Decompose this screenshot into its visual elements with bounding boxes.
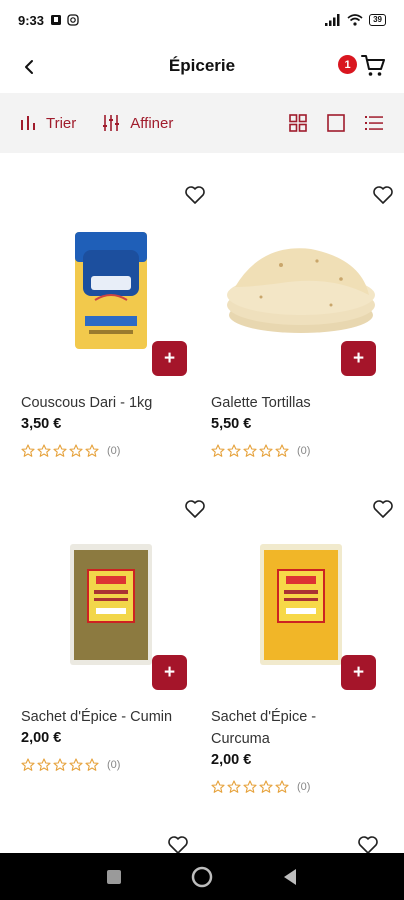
star-icon bbox=[37, 758, 51, 771]
refine-label: Affiner bbox=[130, 114, 174, 132]
battery-icon: 39 bbox=[369, 14, 386, 26]
product-name: Sachet d'Épice - Curcuma bbox=[211, 709, 317, 747]
battery-level: 39 bbox=[373, 15, 382, 24]
rating-stars: (0) bbox=[21, 444, 120, 458]
view-toggles bbox=[288, 113, 384, 133]
tortillas-image bbox=[227, 248, 375, 333]
couscous-package-image bbox=[75, 231, 147, 349]
star-icon bbox=[227, 780, 241, 793]
triangle-back-icon bbox=[284, 868, 296, 885]
square-recents-icon bbox=[107, 869, 121, 884]
list-icon bbox=[365, 116, 383, 130]
star-icon bbox=[21, 758, 35, 771]
star-icon bbox=[227, 444, 241, 457]
product-price: 2,00 € bbox=[21, 730, 62, 746]
curcuma-sachet-image bbox=[260, 543, 342, 665]
star-icon bbox=[85, 758, 99, 771]
product-price: 3,50 € bbox=[21, 416, 62, 432]
rating-stars: (0) bbox=[211, 444, 310, 458]
wifi-icon bbox=[347, 14, 363, 26]
star-icon bbox=[275, 444, 289, 457]
product-price: 2,00 € bbox=[211, 752, 252, 768]
rating-count: (0) bbox=[297, 781, 311, 793]
rating-count: (0) bbox=[107, 445, 121, 457]
grid-view-button[interactable] bbox=[288, 113, 308, 133]
app-bar: Épicerie 1 bbox=[0, 40, 404, 92]
cart-icon bbox=[361, 55, 385, 76]
status-time: 9:33 bbox=[18, 12, 45, 28]
star-icon bbox=[275, 780, 289, 793]
chevron-left-icon bbox=[25, 60, 33, 74]
product-price: 5,50 € bbox=[211, 416, 252, 432]
star-icon bbox=[211, 780, 225, 793]
square-icon bbox=[327, 114, 345, 132]
star-icon bbox=[69, 758, 83, 771]
star-icon bbox=[243, 444, 257, 457]
refine-button[interactable]: Affiner bbox=[102, 114, 173, 132]
star-icon bbox=[259, 444, 273, 457]
home-button[interactable] bbox=[191, 866, 213, 888]
add-to-cart-button[interactable]: + bbox=[341, 655, 376, 690]
product-name: Galette Tortillas bbox=[211, 395, 311, 411]
signal-icon bbox=[325, 14, 340, 26]
grid-icon bbox=[289, 114, 307, 132]
rating-stars: (0) bbox=[211, 780, 310, 794]
recents-button[interactable] bbox=[103, 866, 125, 888]
add-to-cart-button[interactable]: + bbox=[152, 655, 187, 690]
sliders-icon bbox=[103, 115, 120, 131]
cumin-sachet-image bbox=[70, 543, 152, 665]
back-nav-button[interactable] bbox=[279, 866, 301, 888]
favorite-heart-icon[interactable] bbox=[184, 498, 206, 520]
sort-button[interactable]: Trier bbox=[20, 115, 76, 132]
product-name: Couscous Dari - 1kg bbox=[21, 395, 153, 411]
notification-icon bbox=[51, 15, 62, 25]
status-bar: 9:33 39 bbox=[0, 0, 404, 40]
star-icon bbox=[259, 780, 273, 793]
star-icon bbox=[211, 444, 225, 457]
star-icon bbox=[243, 780, 257, 793]
rating-count: (0) bbox=[297, 445, 311, 457]
star-icon bbox=[53, 758, 67, 771]
sort-icon bbox=[21, 116, 35, 130]
star-icon bbox=[21, 444, 35, 457]
favorite-heart-icon[interactable] bbox=[372, 498, 394, 520]
star-icon bbox=[69, 444, 83, 457]
rating-stars: (0) bbox=[21, 758, 120, 772]
star-icon bbox=[85, 444, 99, 457]
rating-count: (0) bbox=[107, 759, 121, 771]
product-name: Sachet d'Épice - Cumin bbox=[21, 709, 173, 725]
single-view-button[interactable] bbox=[326, 113, 346, 133]
instagram-icon bbox=[67, 14, 79, 26]
star-icon bbox=[53, 444, 67, 457]
back-button[interactable] bbox=[16, 54, 42, 80]
favorite-heart-icon[interactable] bbox=[184, 184, 206, 206]
add-to-cart-button[interactable]: + bbox=[341, 341, 376, 376]
sort-label: Trier bbox=[46, 114, 77, 132]
add-to-cart-button[interactable]: + bbox=[152, 341, 187, 376]
cart-badge: 1 bbox=[338, 55, 357, 74]
favorite-heart-icon[interactable] bbox=[372, 184, 394, 206]
cart-button[interactable]: 1 bbox=[338, 52, 386, 80]
system-nav-bar bbox=[0, 853, 404, 900]
list-view-button[interactable] bbox=[364, 113, 384, 133]
circle-home-icon bbox=[191, 866, 213, 887]
filter-bar: Trier Affiner bbox=[0, 93, 404, 153]
star-icon bbox=[37, 444, 51, 457]
